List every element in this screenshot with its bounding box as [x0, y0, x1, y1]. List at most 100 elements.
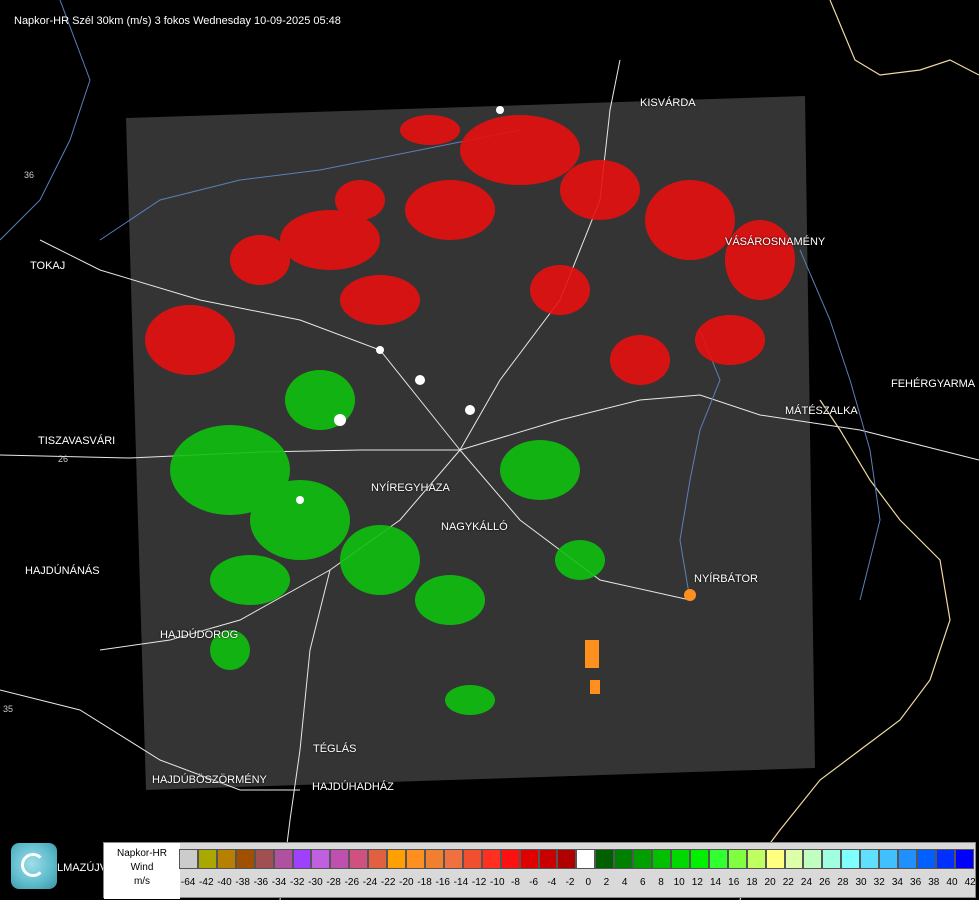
legend-tick-label: 28 — [837, 877, 849, 888]
city-label-nyiregyhaza: NYÍREGYHÁZA — [371, 482, 450, 494]
legend-tick-label: 22 — [782, 877, 794, 888]
road-number-36: 36 — [24, 170, 34, 180]
city-label-vasarosnameny: VÁSÁROSNAMÉNY — [725, 236, 826, 248]
legend-swatch — [784, 849, 804, 869]
legend-swatch — [216, 849, 236, 869]
legend-tick-label: -18 — [417, 877, 432, 888]
legend-swatch — [273, 849, 293, 869]
legend-swatch — [708, 849, 728, 869]
legend-title: Napkor-HR Wind m/s — [104, 843, 180, 899]
legend-swatch — [254, 849, 274, 869]
legend-swatch — [727, 849, 747, 869]
legend-swatch — [633, 849, 653, 869]
city-label-nyirbator: NYÍRBÁTOR — [694, 573, 758, 585]
legend-swatch — [670, 849, 690, 869]
legend-swatch — [406, 849, 425, 869]
legend-swatch — [235, 849, 255, 869]
city-label-hajduhadhaz: HAJDÚHADHÁZ — [312, 781, 394, 793]
legend-tick-label: 4 — [621, 877, 628, 888]
legend-tick-label: -26 — [344, 877, 359, 888]
legend-tick-label: 10 — [673, 877, 685, 888]
legend-swatch — [898, 849, 917, 869]
legend-swatch — [500, 849, 520, 869]
legend-swatch — [481, 849, 501, 869]
legend-tick-label: 14 — [709, 877, 722, 888]
legend-tick-label: -16 — [435, 877, 450, 888]
legend-swatch — [841, 849, 861, 869]
legend-swatch — [689, 849, 709, 869]
legend-swatch — [822, 849, 842, 869]
legend-tick-label: -34 — [271, 877, 287, 888]
legend-tick-label: -8 — [511, 877, 520, 888]
legend-tick-label: -24 — [362, 877, 378, 888]
road-number-26: 26 — [58, 454, 68, 464]
legend-swatch — [387, 849, 407, 869]
legend-tick-labels: -64 -42 -40 -38 -36 -34 -32 -30 -28 -26 -24 -22 -20-… — [179, 877, 979, 893]
legend-tick-label: 34 — [891, 877, 903, 888]
legend-title-unit: m/s — [133, 876, 151, 887]
legend-tick-label: -20 — [399, 877, 414, 888]
road-number-35: 35 — [3, 704, 13, 714]
legend-tick-label: 38 — [928, 877, 940, 888]
legend-tick-label: -40 — [217, 877, 232, 888]
napkor-logo — [11, 843, 57, 889]
legend-tick-label: -4 — [547, 877, 557, 888]
legend-tick-label: 8 — [658, 877, 664, 888]
legend-swatch — [879, 849, 899, 869]
radar-map: 26 35 36 — [0, 0, 979, 900]
legend-swatch — [765, 849, 785, 869]
legend-swatch — [424, 849, 444, 869]
legend-title-variable: Wind — [130, 862, 154, 873]
legend-tick-label: -22 — [380, 877, 396, 888]
legend-tick-label: 42 — [964, 877, 976, 888]
wind-legend: Napkor-HR Wind m/s -64 -42 -40 -38 -36 -34 -32… — [103, 842, 979, 899]
legend-swatch — [746, 849, 766, 869]
legend-tick-label: -14 — [453, 877, 469, 888]
legend-swatch — [292, 849, 312, 869]
legend-tick-label: 12 — [691, 877, 703, 888]
city-label-fehergyarmat: FEHÉRGYARMA — [891, 378, 976, 390]
legend-swatch — [519, 849, 539, 869]
legend-tick-label: 30 — [855, 877, 867, 888]
city-label-hajdunanas: HAJDÚNÁNÁS — [25, 565, 100, 577]
legend-swatch — [614, 849, 634, 869]
legend-swatch — [179, 849, 198, 869]
legend-swatch — [595, 849, 615, 869]
legend-swatch — [860, 849, 880, 869]
legend-tick-label: -42 — [199, 877, 214, 888]
legend-tick-label: 40 — [946, 877, 958, 888]
legend-tick-label: -64 — [180, 877, 196, 888]
legend-tick-label: -32 — [289, 877, 305, 888]
city-label-hajdudorog: HAJDÚDOROG — [160, 629, 239, 641]
legend-swatch — [652, 849, 671, 869]
legend-tick-label: 36 — [910, 877, 922, 888]
city-label-mateszalka: MÁTÉSZALKA — [785, 405, 858, 417]
legend-swatch — [349, 849, 369, 869]
legend-swatch — [538, 849, 558, 869]
legend-tick-label: 32 — [873, 877, 885, 888]
city-label-tokaj: TOKAJ — [30, 260, 66, 272]
legend-tick-label: 18 — [746, 877, 758, 888]
legend-swatch — [576, 849, 596, 869]
legend-tick-label: 0 — [585, 877, 591, 888]
legend-tick-label: -12 — [471, 877, 487, 888]
legend-tick-label: -2 — [565, 877, 575, 888]
legend-swatch — [311, 849, 331, 869]
legend-title-source: Napkor-HR — [116, 848, 167, 859]
city-label-nagykallo: NAGYKÁLLÓ — [441, 521, 508, 533]
legend-swatch — [368, 849, 388, 869]
legend-swatch — [557, 849, 577, 869]
legend-swatch — [330, 849, 350, 869]
city-label-tiszavasvari: TISZAVASVÁRI — [38, 435, 116, 447]
map-title: Napkor-HR Szél 30km (m/s) 3 fokos Wednes… — [14, 15, 341, 27]
legend-swatch — [443, 849, 463, 869]
legend-tick-label: 2 — [603, 877, 610, 888]
swirl-icon — [21, 853, 45, 877]
city-label-hajduboszormeny: HAJDÚBÖSZÖRMÉNY — [152, 774, 267, 786]
legend-swatch — [935, 849, 955, 869]
city-label-kisvarda: KISVÁRDA — [640, 97, 696, 109]
city-label-teglas: TÉGLÁS — [313, 743, 357, 755]
legend-tick-label: 26 — [819, 877, 831, 888]
legend-swatch — [197, 849, 217, 869]
legend-swatch — [954, 849, 974, 869]
